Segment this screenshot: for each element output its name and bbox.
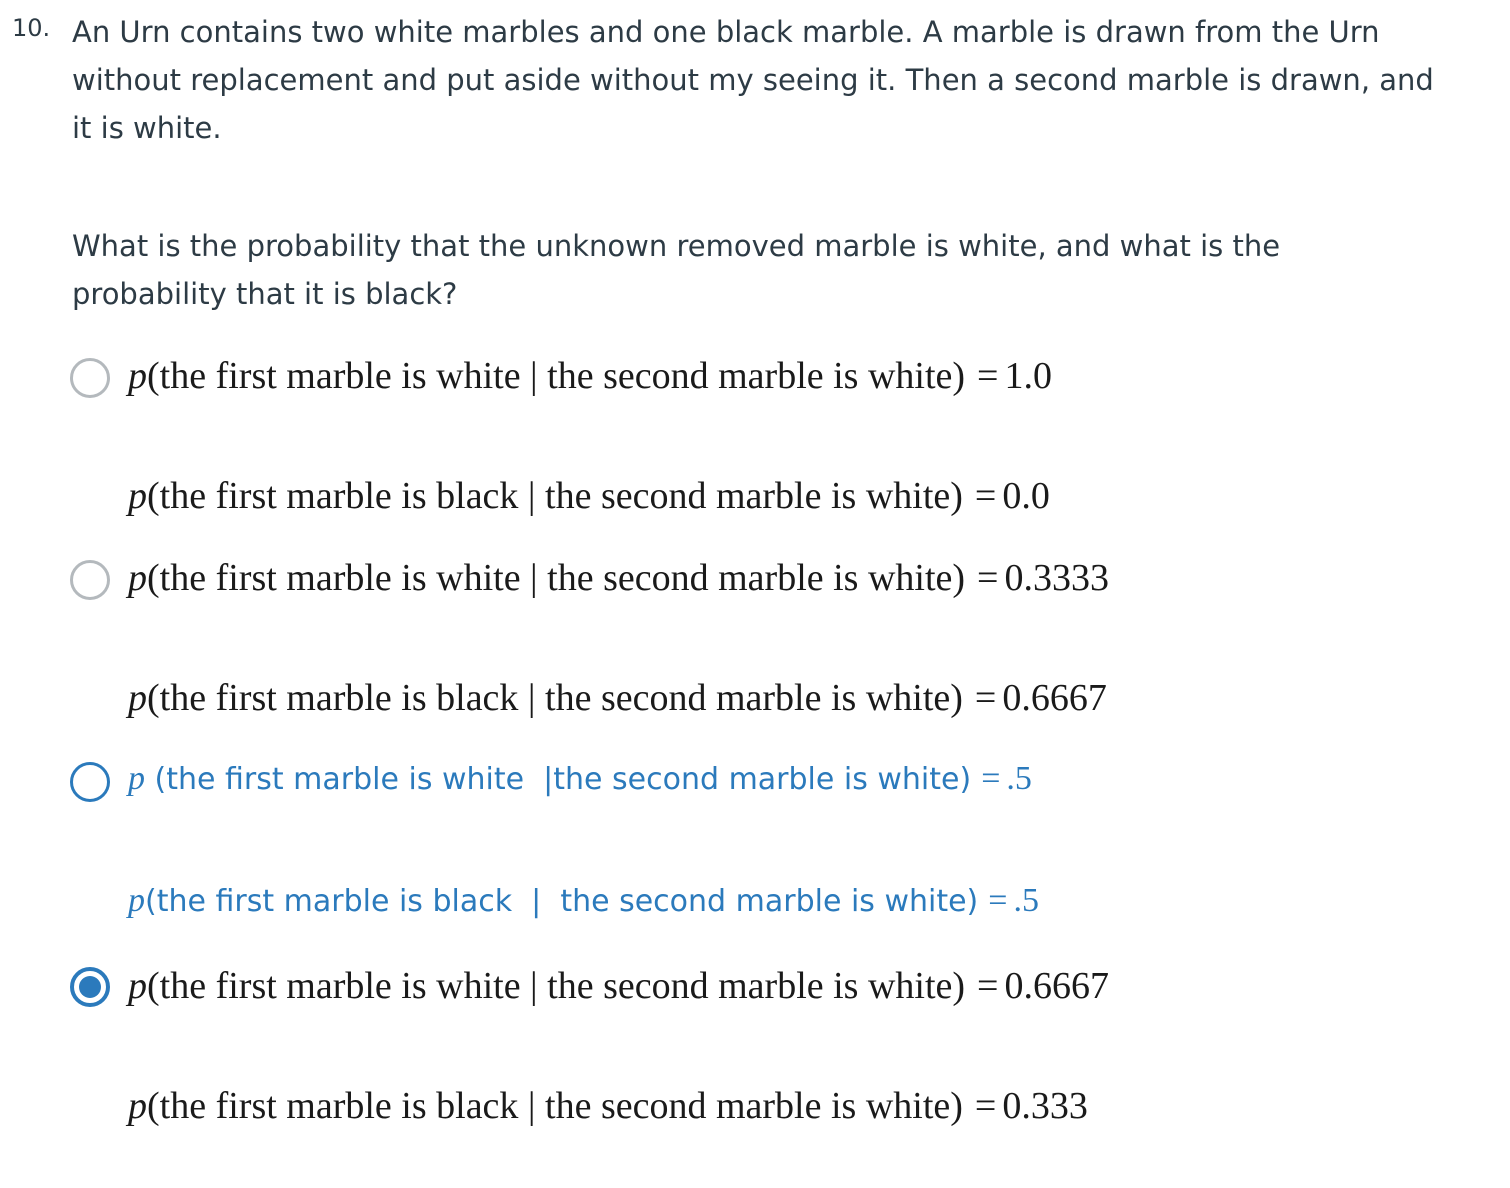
option-1-line-white[interactable]: p(the first marble is white | the second… xyxy=(128,354,1052,398)
option-3-line-white[interactable]: p (the first marble is white |the second… xyxy=(128,760,1032,798)
prob-value: 0.6667 xyxy=(1004,965,1109,1007)
prob-symbol: p xyxy=(128,557,147,599)
equals-sign: = xyxy=(977,965,999,1007)
equals-sign: = xyxy=(988,882,1008,919)
condition-text: (the first marble is black | the second … xyxy=(147,1085,963,1127)
equals-sign: = xyxy=(981,760,1001,797)
prob-value: 1.0 xyxy=(1004,355,1052,397)
question-number: 10. xyxy=(12,14,51,42)
radio-button-option-4[interactable] xyxy=(70,967,110,1007)
condition-text: (the first marble is white | the second … xyxy=(147,355,966,397)
prob-value: 0.6667 xyxy=(1002,677,1107,719)
prompt-line: What is the probability that the unknown… xyxy=(72,229,1281,263)
radio-button-option-1[interactable] xyxy=(70,358,110,398)
option-1-line-black[interactable]: p(the first marble is black | the second… xyxy=(128,474,1050,518)
prob-symbol: p xyxy=(128,882,145,919)
condition-text: (the first marble is white |the second m… xyxy=(145,762,972,797)
condition-text: (the first marble is black | the second … xyxy=(147,677,963,719)
equals-sign: = xyxy=(974,475,997,517)
radio-button-option-2[interactable] xyxy=(70,560,110,600)
prompt-line: probability that it is black? xyxy=(72,277,458,311)
condition-text: (the first marble is white | the second … xyxy=(147,965,966,1007)
prob-value: 0.3333 xyxy=(1004,557,1109,599)
stem-line: without replacement and put aside withou… xyxy=(72,63,1434,97)
stem-line: it is white. xyxy=(72,111,222,145)
prob-symbol: p xyxy=(128,475,147,517)
prob-value: 0.333 xyxy=(1002,1085,1088,1127)
option-2-line-white[interactable]: p(the first marble is white | the second… xyxy=(128,556,1109,600)
equals-sign: = xyxy=(974,1085,997,1127)
prob-symbol: p xyxy=(128,1085,147,1127)
question-stem: An Urn contains two white marbles and on… xyxy=(72,8,1492,152)
prob-value: 0.0 xyxy=(1002,475,1050,517)
option-4-line-white[interactable]: p(the first marble is white | the second… xyxy=(128,964,1109,1008)
equals-sign: = xyxy=(977,557,999,599)
radio-button-option-3[interactable] xyxy=(70,762,110,802)
equals-sign: = xyxy=(974,677,997,719)
prob-value: .5 xyxy=(1006,760,1032,797)
condition-text: (the first marble is black | the second … xyxy=(147,475,963,517)
prob-symbol: p xyxy=(128,677,147,719)
prob-symbol: p xyxy=(128,965,147,1007)
equals-sign: = xyxy=(977,355,999,397)
condition-text: (the first marble is white | the second … xyxy=(147,557,966,599)
option-4-line-black[interactable]: p(the first marble is black | the second… xyxy=(128,1084,1088,1128)
prob-value: .5 xyxy=(1013,882,1039,919)
option-2-line-black[interactable]: p(the first marble is black | the second… xyxy=(128,676,1107,720)
question-prompt: What is the probability that the unknown… xyxy=(72,222,1492,318)
condition-text: (the first marble is black | the second … xyxy=(145,884,979,919)
prob-symbol: p xyxy=(128,760,145,797)
stem-line: An Urn contains two white marbles and on… xyxy=(72,15,1380,49)
prob-symbol: p xyxy=(128,355,147,397)
option-3-line-black[interactable]: p(the first marble is black | the second… xyxy=(128,882,1039,920)
